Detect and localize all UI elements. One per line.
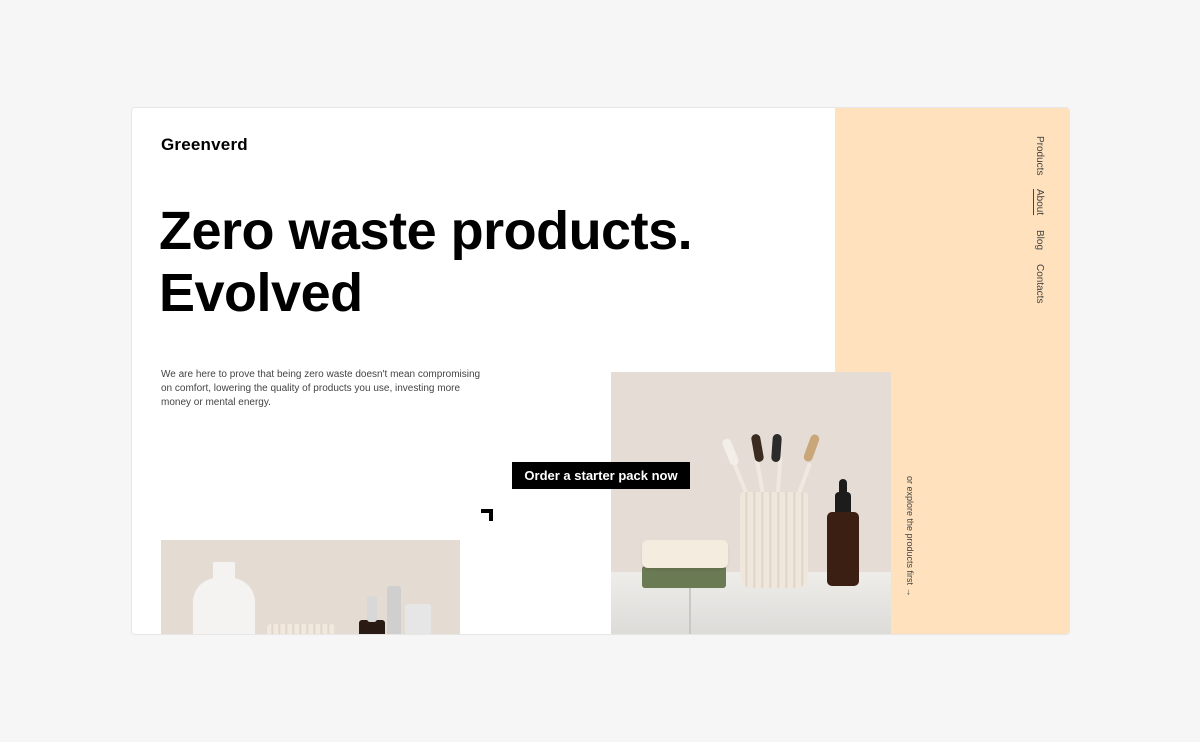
nav-item-products[interactable]: Products xyxy=(1025,136,1045,175)
dropper-cap xyxy=(835,492,851,514)
explore-products-link[interactable]: or explore the products first → xyxy=(905,476,915,597)
toothbrush-head-4 xyxy=(802,433,821,463)
ribbed-cup xyxy=(740,492,808,588)
brand-logo[interactable]: Greenverd xyxy=(161,135,248,155)
main-nav: Products About Blog Contacts xyxy=(1025,136,1045,303)
ribbed-dish xyxy=(267,624,335,634)
green-soap-bar xyxy=(642,566,726,588)
hero-headline-line-2: Evolved xyxy=(159,263,363,323)
serum-bottle-3 xyxy=(405,604,431,634)
cosmetics-photo xyxy=(161,540,460,634)
bathroom-products-photo xyxy=(611,372,891,634)
amber-dropper-bottle xyxy=(827,512,859,586)
nav-item-about[interactable]: About xyxy=(1025,189,1045,215)
hero-intro-text: We are here to prove that being zero was… xyxy=(161,369,481,408)
corner-decoration xyxy=(481,509,493,521)
order-starter-pack-button[interactable]: Order a starter pack now xyxy=(512,462,690,489)
landing-card: Greenverd Zero waste products. Evolved W… xyxy=(131,107,1070,635)
white-vase xyxy=(193,578,255,634)
serum-bottle-2 xyxy=(387,586,401,634)
toothbrush-head-2 xyxy=(750,433,765,463)
serum-cap-1 xyxy=(367,596,377,622)
hero-headline-line-1: Zero waste products. xyxy=(159,201,693,261)
serum-bottle-1 xyxy=(359,620,385,634)
hero-headline: Zero waste products. Evolved xyxy=(159,200,799,324)
white-soap-bar xyxy=(642,540,728,568)
toothbrush-head-1 xyxy=(721,437,740,467)
nav-item-contacts[interactable]: Contacts xyxy=(1025,264,1045,303)
toothbrush-head-3 xyxy=(771,433,782,463)
nav-item-blog[interactable]: Blog xyxy=(1025,230,1045,250)
